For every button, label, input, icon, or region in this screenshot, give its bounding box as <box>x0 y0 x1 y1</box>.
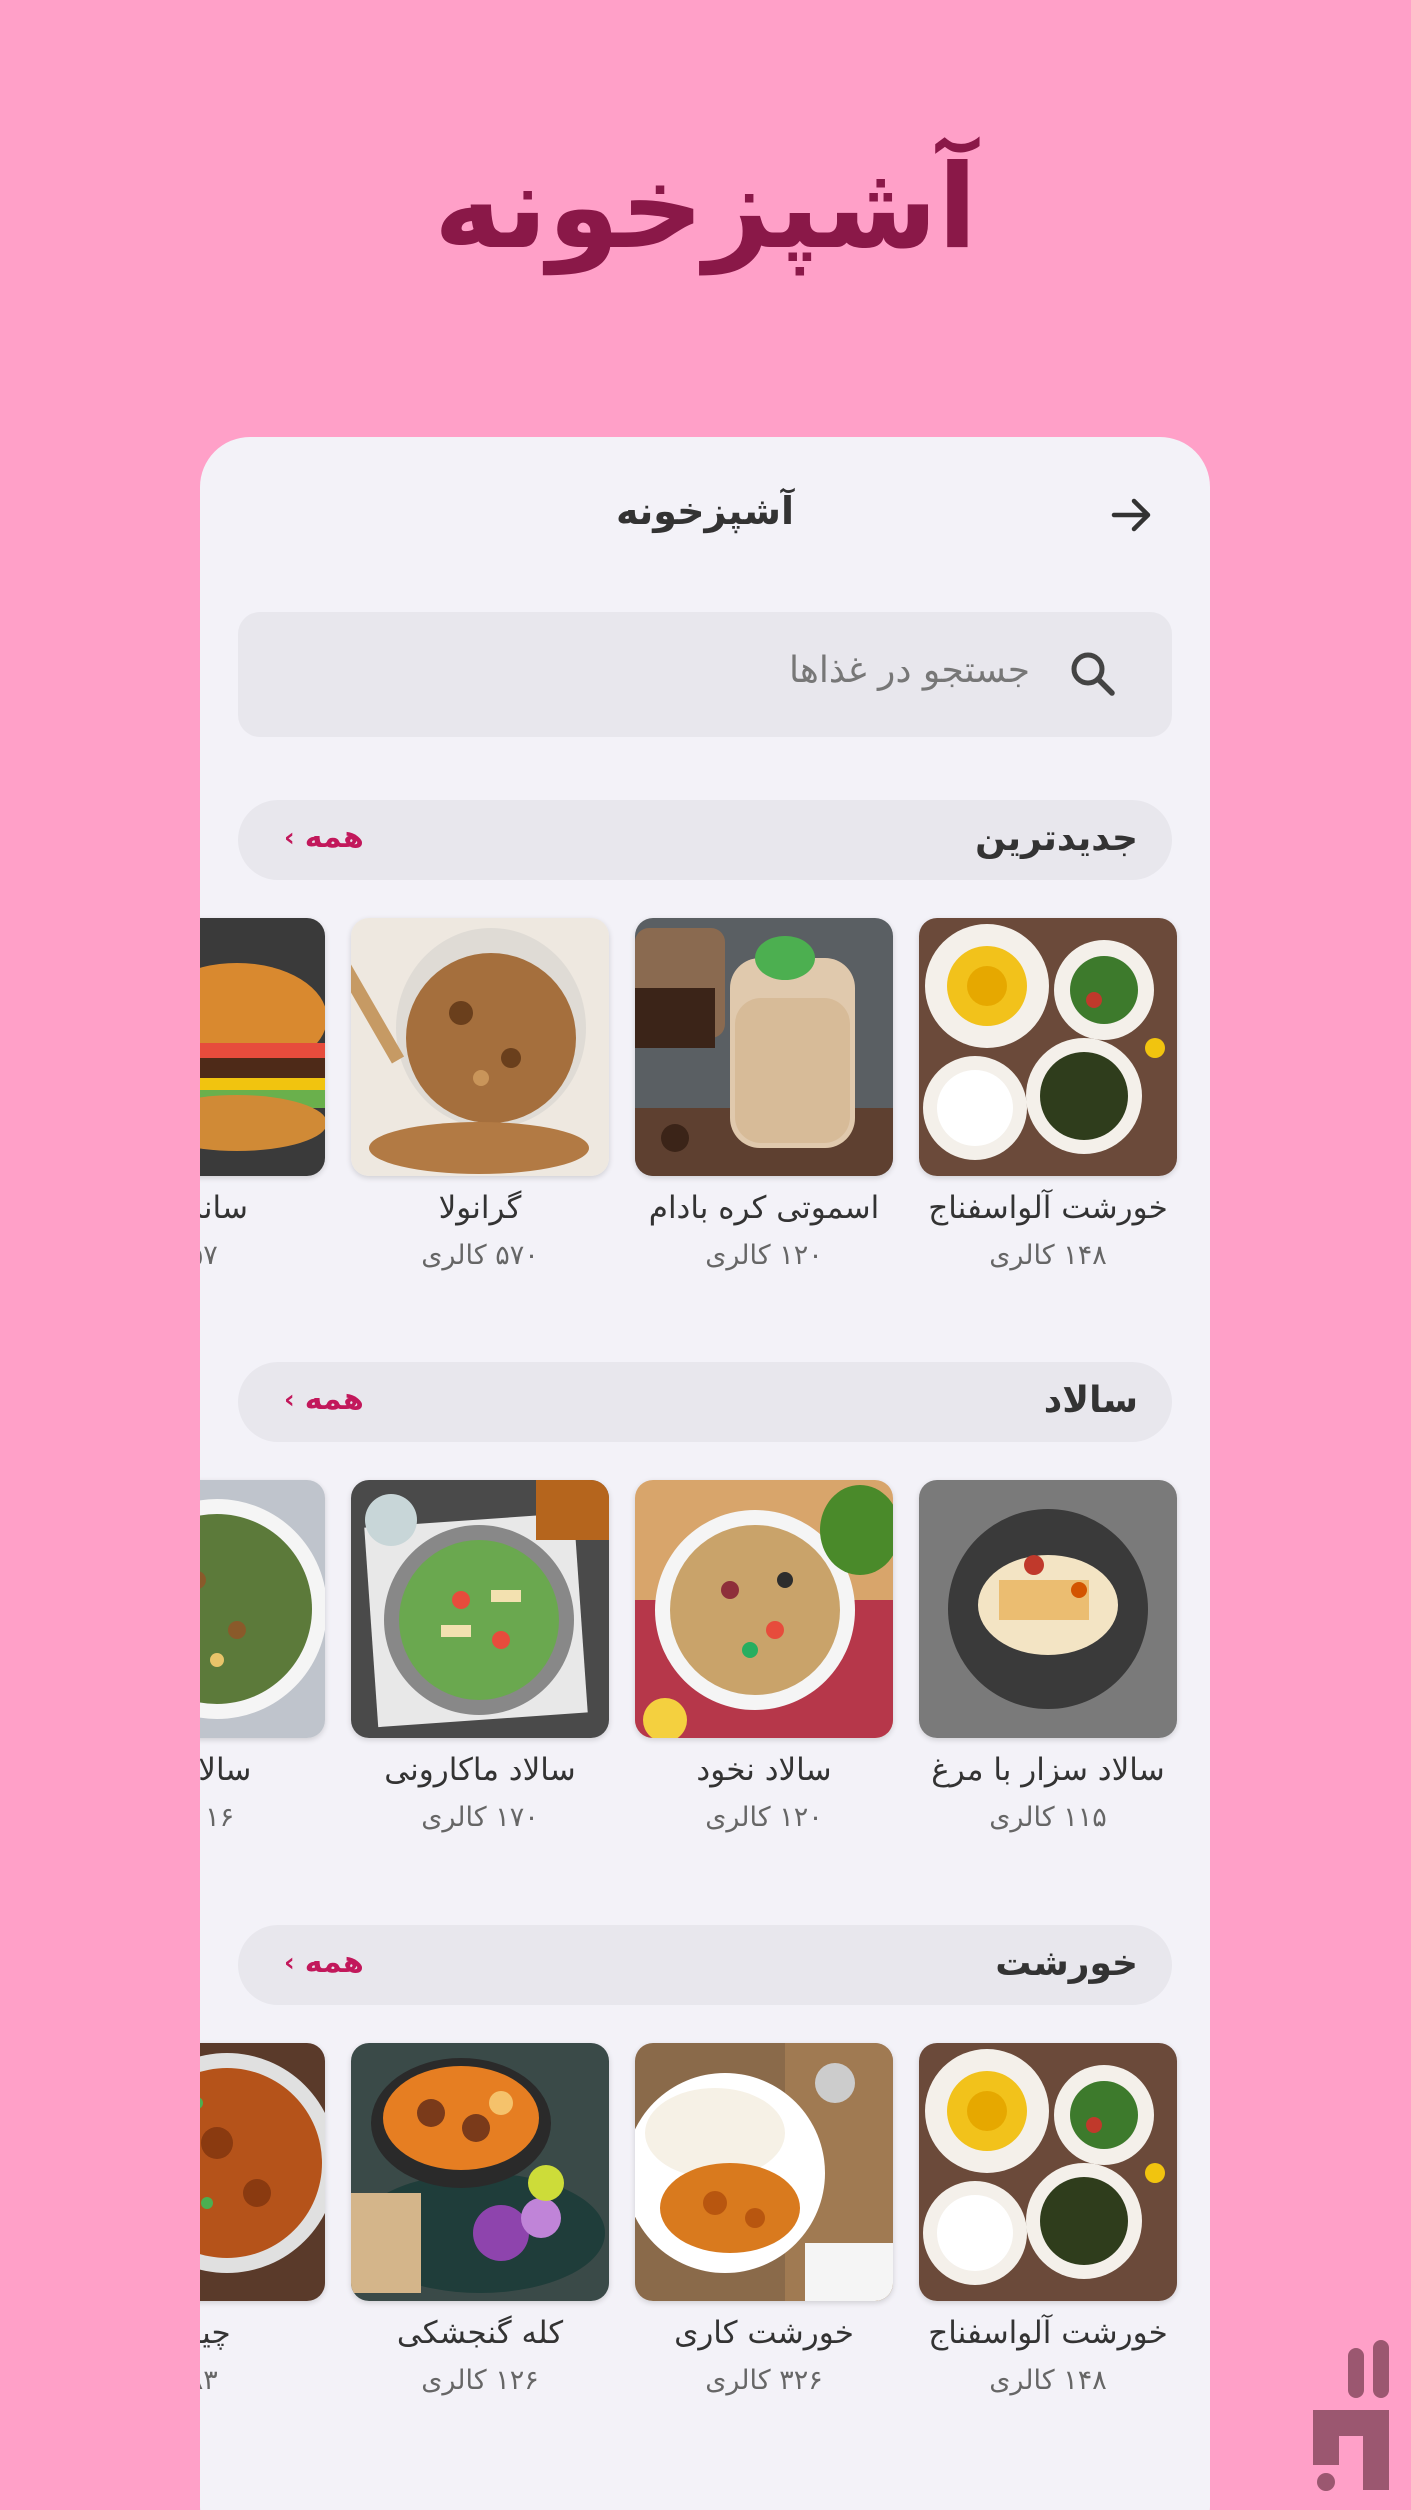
food-name: گرانولا <box>438 1190 522 1226</box>
food-card[interactable]: سالاد نخود ۱۲۰ کالری <box>635 1480 893 1840</box>
food-calories: ۱۲۰ کالری <box>705 1802 823 1833</box>
food-name: چیکن <box>200 2315 231 2351</box>
section-title: جدیدترین <box>975 818 1138 859</box>
chevron-left-icon: ‹ <box>284 822 295 853</box>
section-header-newest: جدیدترین ‹ همه <box>238 800 1172 880</box>
food-image <box>635 2043 893 2301</box>
hero-title: آشپزخونه <box>433 140 978 275</box>
food-card[interactable]: سالاد سزار با مرغ ۱۱۵ کالری <box>919 1480 1177 1840</box>
search-input[interactable]: جستجو در غذاها <box>238 612 1172 737</box>
food-calories: ۱۵۷ <box>200 1240 218 1271</box>
food-image <box>635 918 893 1176</box>
food-name: کله گنجشکی <box>396 2315 564 2351</box>
food-name: سالاد سزار با مرغ <box>931 1752 1165 1788</box>
food-name: سالاد نخود <box>696 1752 832 1788</box>
food-card[interactable]: خورشت آلواسفناج ۱۴۸ کالری <box>919 918 1177 1278</box>
food-card[interactable]: خورشت کاری ۳۲۶ کالری <box>635 2043 893 2403</box>
food-image <box>200 2043 325 2301</box>
page-title: آشپزخونه <box>615 489 795 533</box>
food-card[interactable]: اسموتی کره بادام ۱۲۰ کالری <box>635 918 893 1278</box>
food-calories: ۱۷۰ کالری <box>421 1802 539 1833</box>
see-all-link[interactable]: ‹ همه <box>284 1382 364 1417</box>
food-name: خورشت آلواسفناج <box>928 1190 1168 1226</box>
food-image <box>200 918 325 1176</box>
see-all-label: همه <box>304 1945 364 1980</box>
food-card[interactable]: کله گنجشکی ۱۲۶ کالری <box>351 2043 609 2403</box>
section-header-salad: سالاد ‹ همه <box>238 1362 1172 1442</box>
food-card[interactable]: سالاد تبو ۱۱۶ ک <box>200 1480 325 1840</box>
food-image <box>635 1480 893 1738</box>
section-title: خورشت <box>995 1943 1138 1984</box>
food-calories: ۱۲۶ کالری <box>421 2365 539 2396</box>
food-calories: ۱۲۰ کالری <box>705 1240 823 1271</box>
food-calories: ۱۸۳ <box>200 2365 218 2396</box>
food-card[interactable]: خورشت آلواسفناج ۱۴۸ کالری <box>919 2043 1177 2403</box>
food-card[interactable]: چیکن ۱۸۳ <box>200 2043 325 2403</box>
back-button[interactable] <box>1104 487 1160 543</box>
food-card[interactable]: سالاد ماکارونی ۱۷۰ کالری <box>351 1480 609 1840</box>
food-image <box>919 2043 1177 2301</box>
bazaar-logo <box>1313 2340 1389 2491</box>
food-name: سالاد تبو <box>200 1752 252 1788</box>
food-image <box>351 2043 609 2301</box>
food-card[interactable]: گرانولا ۵۷۰ کالری <box>351 918 609 1278</box>
food-calories: ۱۱۶ ک <box>200 1802 235 1833</box>
food-calories: ۵۷۰ کالری <box>421 1240 539 1271</box>
search-icon <box>1071 652 1115 696</box>
food-image <box>919 918 1177 1176</box>
app-screen: آشپزخونه جستجو در غذاها جدیدترین ‹ همه خ… <box>200 437 1210 2510</box>
food-name: اسموتی کره بادام <box>648 1190 880 1226</box>
food-calories: ۱۴۸ کالری <box>989 1240 1107 1271</box>
food-name: خورشت آلواسفناج <box>928 2315 1168 2351</box>
section-title: سالاد <box>1043 1380 1138 1421</box>
see-all-link[interactable]: ‹ همه <box>284 820 364 855</box>
food-calories: ۳۲۶ کالری <box>705 2365 823 2396</box>
food-name: خورشت کاری <box>674 2315 854 2351</box>
food-image <box>200 1480 325 1738</box>
food-image <box>351 1480 609 1738</box>
see-all-label: همه <box>304 820 364 855</box>
food-name: ساندویچ <box>200 1190 248 1226</box>
arrow-right-icon <box>1111 498 1151 532</box>
food-card[interactable]: ساندویچ ۱۵۷ <box>200 918 325 1278</box>
app-bar: آشپزخونه <box>200 437 1210 587</box>
food-calories: ۱۱۵ کالری <box>989 1802 1107 1833</box>
chevron-left-icon: ‹ <box>284 1384 295 1415</box>
see-all-label: همه <box>304 1382 364 1417</box>
chevron-left-icon: ‹ <box>284 1947 295 1978</box>
food-image <box>351 918 609 1176</box>
food-name: سالاد ماکارونی <box>384 1752 576 1788</box>
see-all-link[interactable]: ‹ همه <box>284 1945 364 1980</box>
food-calories: ۱۴۸ کالری <box>989 2365 1107 2396</box>
food-image <box>919 1480 1177 1738</box>
section-header-stew: خورشت ‹ همه <box>238 1925 1172 2005</box>
search-placeholder: جستجو در غذاها <box>788 650 1030 691</box>
